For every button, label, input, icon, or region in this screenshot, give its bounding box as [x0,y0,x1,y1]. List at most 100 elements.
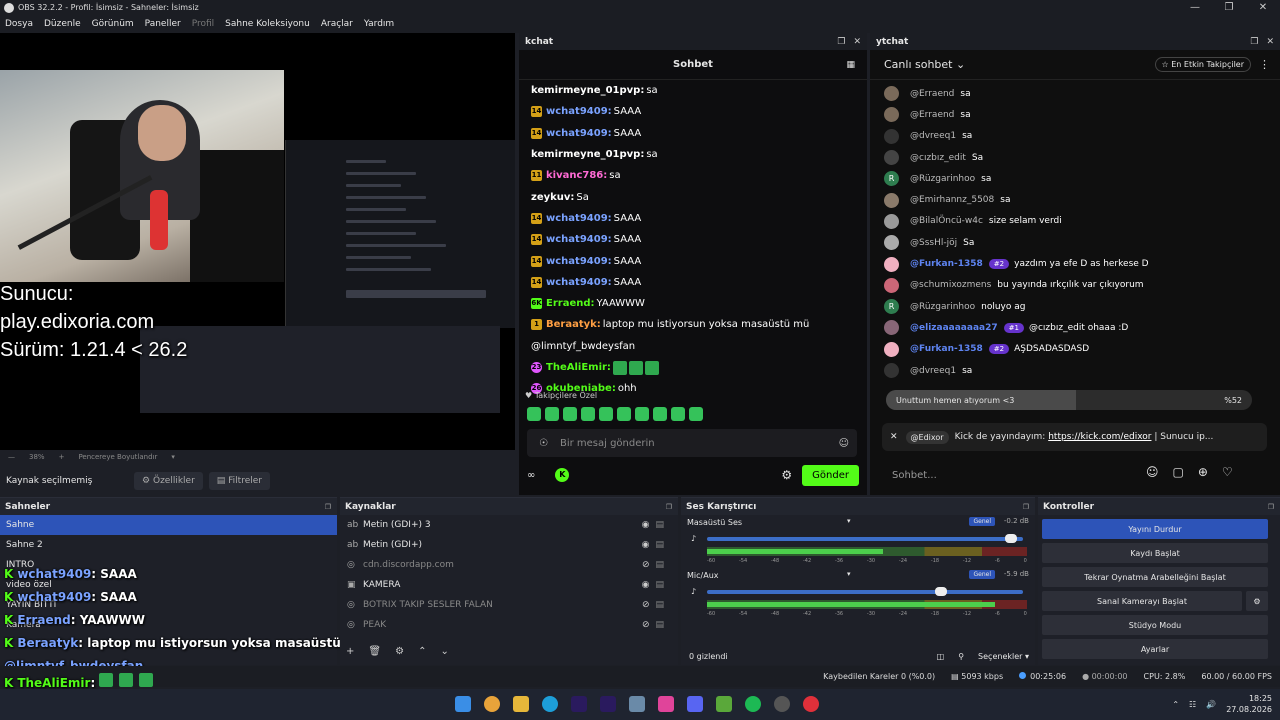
avatar[interactable]: R [884,299,899,315]
live-chat-dropdown[interactable]: Canlı sohbet ⌄ [884,58,965,71]
ytchat-username[interactable]: @Furkan-1358 [910,344,983,354]
chevron-down-icon[interactable]: ▾ [847,570,851,578]
add-source-icon[interactable]: + [346,646,354,657]
float-icon[interactable]: ❐ [1268,503,1274,511]
control-button[interactable]: Ayarlar [1042,639,1268,659]
volume-icon[interactable]: ♪ [691,534,696,543]
avatar[interactable] [884,128,899,144]
float-icon[interactable]: ❐ [837,37,845,47]
lock-icon[interactable]: ▤ [655,520,664,530]
wifi-icon[interactable]: ☷ [1189,700,1196,709]
ytchat-username[interactable]: @BilalÖncü-w4c [910,216,983,226]
ytchat-username[interactable]: @dvreeq1 [910,366,956,376]
menu-araclar[interactable]: Araçlar [321,19,353,29]
gear-icon[interactable]: ⚙ [1246,591,1268,611]
kchat-username[interactable]: wchat9409: [546,128,612,139]
infinity-icon[interactable]: ∞ [527,470,535,481]
maximize-icon[interactable]: ❐ [1212,2,1246,13]
trash-icon[interactable]: 🗑 [368,646,381,657]
scene-item[interactable]: Sahne 2 [0,535,337,555]
emoji-icon[interactable]: ☺ [839,438,849,449]
app-icon[interactable] [629,696,645,712]
minimize-icon[interactable]: — [1178,2,1212,13]
control-button[interactable]: Yayını Durdur [1042,519,1268,539]
ytchat-username[interactable]: @Erraend [910,89,954,99]
kchat-username[interactable]: wchat9409: [546,277,612,288]
zoom-out-icon[interactable]: — [8,453,15,461]
eye-icon[interactable]: ◉ [642,540,650,550]
avatar[interactable] [884,213,899,229]
avatar[interactable] [884,150,899,166]
record-app-icon[interactable] [803,696,819,712]
volume-knob[interactable] [1004,534,1017,543]
ytchat-username[interactable]: @Erraend [910,110,954,120]
menu-gorunum[interactable]: Görünüm [92,19,134,29]
move-up-icon[interactable]: ⌃ [418,646,426,657]
ytchat-username[interactable]: @Rüzgarinhoo [910,302,975,312]
avatar[interactable] [884,320,899,336]
kchat-username[interactable]: wchat9409: [546,256,612,267]
control-button[interactable]: Sanal Kamerayı Başlat ⚙ [1042,591,1268,611]
scene-item[interactable]: Sahne [0,515,337,535]
menu-sahne-koleksiyonu[interactable]: Sahne Koleksiyonu [225,19,310,29]
source-item[interactable]: ◎ cdn.discordapp.com ⊘ ▤ [340,555,678,575]
lock-icon[interactable]: ▤ [655,600,664,610]
avatar[interactable] [884,277,899,293]
avatar[interactable]: R [884,171,899,187]
top-followers-button[interactable]: ☆ En Etkin Takipçiler [1154,57,1251,72]
menu-yardim[interactable]: Yardım [364,19,394,29]
eye-off-icon[interactable]: ⊘ [642,600,650,610]
poll-bar[interactable]: Unuttum hemen atıyorum <3 %52 [886,390,1252,410]
lock-icon[interactable]: ▤ [655,620,664,630]
kick-logo-icon[interactable]: K [555,468,570,482]
move-down-icon[interactable]: ⌄ [440,646,448,657]
volume-slider[interactable] [707,587,1023,596]
emoji-icon[interactable]: ☺ [1146,465,1159,479]
eye-off-icon[interactable]: ⊘ [642,560,650,570]
avatar[interactable] [884,363,899,378]
kchat-username[interactable]: Erraend: [546,298,595,309]
control-button[interactable]: Tekrar Oynatma Arabelleğini Başlat [1042,567,1268,587]
source-item[interactable]: ab Metin (GDI+) ◉ ▤ [340,535,678,555]
ytchat-username[interactable]: @Furkan-1358 [910,259,983,269]
add-icon[interactable]: ⊕ [1198,465,1208,479]
kchat-username[interactable]: wchat9409: [546,213,612,224]
kchat-username[interactable]: zeykuv: [531,192,574,203]
kchat-username[interactable]: kemirmeyne_01pvp: [531,149,644,160]
chrome-icon[interactable] [484,696,500,712]
pinned-message[interactable]: ✕ @Edixor Kick de yayındayım: https://ki… [882,423,1267,451]
preview-canvas[interactable]: Sunucu: play.edixoria.com Sürüm: 1.21.4 … [0,33,515,450]
properties-button[interactable]: ⚙ Özellikler [134,471,203,490]
kchat-username[interactable]: wchat9409: [546,106,612,117]
zoom-in-icon[interactable]: + [59,453,65,461]
kchat-username[interactable]: TheAliEmir: [546,362,611,373]
close-icon[interactable]: ✕ [1266,37,1274,47]
chevron-down-icon[interactable]: ▾ [171,453,175,461]
ytchat-username[interactable]: @schumixozmens [910,280,991,290]
lock-icon[interactable]: ▤ [655,560,664,570]
more-icon[interactable]: ⋮ [1259,58,1270,71]
eye-icon[interactable]: ◉ [642,520,650,530]
volume-icon[interactable]: 🔊 [1206,700,1216,709]
explorer-icon[interactable] [513,696,529,712]
close-icon[interactable]: ✕ [853,37,861,47]
float-icon[interactable]: ❐ [666,503,672,511]
start-icon[interactable] [455,696,471,712]
tray-chevron-icon[interactable]: ⌃ [1172,700,1179,709]
avatar[interactable] [884,235,899,251]
control-button[interactable]: Stüdyo Modu [1042,615,1268,635]
kchat-message-input[interactable]: ☉ Bir mesaj gönderin ☺ [527,429,857,457]
lock-icon[interactable]: ▤ [655,580,664,590]
source-item[interactable]: ab Metin (GDI+) 3 ◉ ▤ [340,515,678,535]
spotify-icon[interactable] [745,696,761,712]
source-item[interactable]: ◎ PEAK ⊘ ▤ [340,615,678,635]
ytchat-username[interactable]: @SssHl-jöj [910,238,957,248]
minecraft-icon[interactable] [716,696,732,712]
premiere-icon[interactable] [571,696,587,712]
eye-off-icon[interactable]: ⊘ [642,620,650,630]
send-button[interactable]: Gönder [802,464,859,486]
chevron-down-icon[interactable]: ▾ [847,517,851,525]
gift-icon[interactable]: ▦ [846,60,855,70]
volume-icon[interactable]: ♪ [691,587,696,596]
emote-row[interactable] [527,407,703,421]
